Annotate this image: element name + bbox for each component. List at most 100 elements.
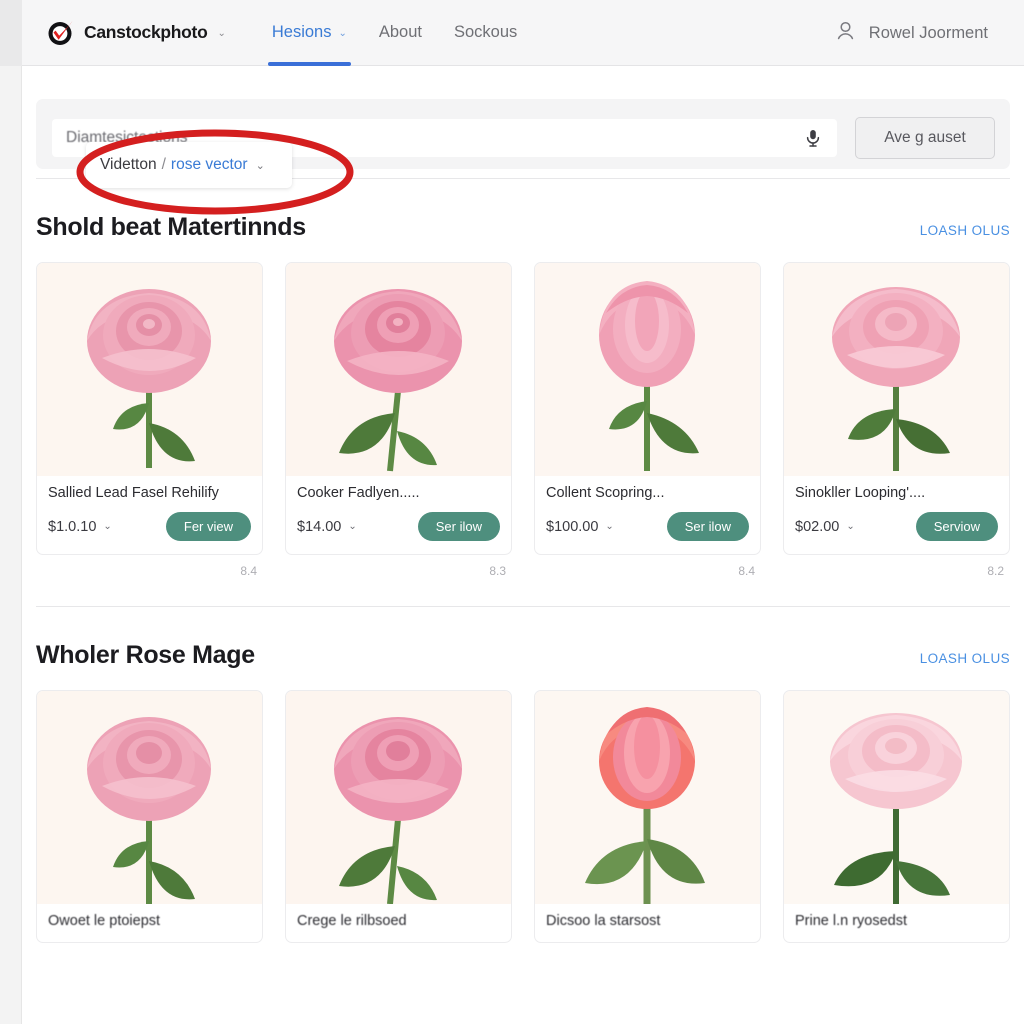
nav-item-hesions-label: Hesions <box>271 23 332 41</box>
search-submit-button[interactable]: Ave g auset <box>855 117 995 159</box>
nav-item-hesions[interactable]: Hesions ⌄ <box>267 0 351 66</box>
product-image <box>535 691 760 904</box>
brand-logo[interactable]: Canstockphoto ⌄ <box>47 19 226 47</box>
rose-illustration-pink-deep <box>286 691 511 904</box>
product-card-body: Dicsoo la starsost <box>535 904 760 942</box>
product-image <box>37 691 262 904</box>
chevron-down-icon: ⌄ <box>846 521 855 532</box>
product-card-row: $02.00 ⌄ Serviow <box>795 512 998 541</box>
product-title: Crege le rilbsoed <box>297 913 407 929</box>
product-card-wrap: Cooker Fadlyen..... $14.00 ⌄ Ser ilow 8.… <box>285 262 512 578</box>
product-image <box>535 263 760 476</box>
section-header: Wholer Rose Mage Loash olus <box>36 607 1010 690</box>
section-title: Shold beat Matertinnds <box>36 213 306 241</box>
account-area[interactable]: Rowel Joorment <box>835 0 988 66</box>
product-card[interactable]: Collent Scopring... $100.00 ⌄ Ser ilow <box>534 262 761 555</box>
rose-illustration-pink-deep <box>286 263 511 476</box>
product-card-row: $14.00 ⌄ Ser ilow <box>297 512 500 541</box>
product-action-button[interactable]: Ser ilow <box>666 512 749 541</box>
product-action-button[interactable]: Ser ilow <box>417 512 500 541</box>
product-caption: 8.4 <box>240 564 257 578</box>
product-action-button[interactable]: Serviow <box>915 512 998 541</box>
nav-item-sockous-label: Sockous <box>454 23 518 41</box>
product-price-dropdown[interactable]: $02.00 ⌄ <box>795 519 855 535</box>
chevron-down-icon: ⌄ <box>217 28 226 39</box>
search-scope-dropdown[interactable]: Videtton / rose vector ⌄ <box>86 142 292 188</box>
product-caption: 8.4 <box>738 564 755 578</box>
section-header: Shold beat Matertinnds Loash olus <box>36 179 1010 262</box>
product-price: $100.00 <box>546 518 599 535</box>
browser-left-strip <box>0 0 22 1024</box>
nav-item-about[interactable]: About <box>379 0 422 66</box>
product-card[interactable]: Crege le rilbsoed <box>285 690 512 943</box>
product-title: Prine l.n ryosedst <box>795 913 908 929</box>
nav-item-sockous[interactable]: Sockous <box>454 0 517 66</box>
section-more-link[interactable]: Loash olus <box>920 223 1010 238</box>
search-zone: Diamtesictections Ave g auset Videtton /… <box>22 66 1024 215</box>
search-scope-category: Videtton <box>100 156 157 173</box>
product-title: Sinokller Looping'.... <box>795 485 926 501</box>
section-shold-beat-matertinnds: Shold beat Matertinnds Loash olus <box>22 179 1024 578</box>
product-price: $1.0.10 <box>48 518 97 535</box>
product-card[interactable]: Sinokller Looping'.... $02.00 ⌄ Serviow <box>783 262 1010 555</box>
chevron-down-icon: ⌄ <box>103 521 112 532</box>
chevron-down-icon: ⌄ <box>255 159 265 172</box>
product-card-wrap: Dicsoo la starsost <box>534 690 761 943</box>
product-title: Sallied Lead Fasel Rehilify <box>48 485 219 501</box>
rose-illustration-coral <box>535 691 760 904</box>
product-card[interactable]: Sallied Lead Fasel Rehilify $1.0.10 ⌄ Fe… <box>36 262 263 555</box>
rose-illustration-pink <box>37 263 262 476</box>
product-caption: 8.3 <box>489 564 506 578</box>
chevron-down-icon: ⌄ <box>605 521 614 532</box>
chevron-down-icon: ⌄ <box>338 28 347 39</box>
product-card-body: Owoet le ptoiepst <box>37 904 262 942</box>
product-image <box>37 263 262 476</box>
product-card-body: Collent Scopring... $100.00 ⌄ Ser ilow <box>535 476 760 554</box>
search-scope-separator: / <box>161 156 166 173</box>
brand-name: Canstockphoto <box>84 22 208 42</box>
section-title: Wholer Rose Mage <box>36 641 255 669</box>
site-header: Canstockphoto ⌄ Hesions ⌄ About Sockous <box>22 0 1024 66</box>
product-card-wrap: Sallied Lead Fasel Rehilify $1.0.10 ⌄ Fe… <box>36 262 263 578</box>
product-grid-row-1: Sallied Lead Fasel Rehilify $1.0.10 ⌄ Fe… <box>36 262 1010 578</box>
product-price: $02.00 <box>795 518 840 535</box>
nav-active-underline <box>267 61 351 66</box>
product-card[interactable]: Dicsoo la starsost <box>534 690 761 943</box>
product-card-body: Sallied Lead Fasel Rehilify $1.0.10 ⌄ Fe… <box>37 476 262 554</box>
nav-item-about-label: About <box>378 23 422 41</box>
product-price-dropdown[interactable]: $14.00 ⌄ <box>297 519 357 535</box>
section-more-link[interactable]: Loash olus <box>920 651 1010 666</box>
product-caption: 8.2 <box>987 564 1004 578</box>
microphone-icon[interactable] <box>803 128 823 153</box>
product-card[interactable]: Owoet le ptoiepst <box>36 690 263 943</box>
product-card-wrap: Owoet le ptoiepst <box>36 690 263 943</box>
main-nav: Hesions ⌄ About Sockous <box>267 0 517 66</box>
product-card-body: Cooker Fadlyen..... $14.00 ⌄ Ser ilow <box>286 476 511 554</box>
product-action-button[interactable]: Fer view <box>165 512 251 541</box>
product-card-wrap: Collent Scopring... $100.00 ⌄ Ser ilow 8… <box>534 262 761 578</box>
product-title: Dicsoo la starsost <box>546 913 661 929</box>
product-grid-row-2: Owoet le ptoiepst Crege le rilbsoed Dics… <box>36 690 1010 943</box>
rose-illustration-pink-pale <box>784 263 1009 476</box>
product-card[interactable]: Prine l.n ryosedst <box>783 690 1010 943</box>
product-card-body: Prine l.n ryosedst <box>784 904 1009 942</box>
product-price-dropdown[interactable]: $1.0.10 ⌄ <box>48 519 112 535</box>
product-price-dropdown[interactable]: $100.00 ⌄ <box>546 519 614 535</box>
product-card-row: $1.0.10 ⌄ Fer view <box>48 512 251 541</box>
product-title: Cooker Fadlyen..... <box>297 485 420 501</box>
page-content: Shold beat Matertinnds Loash olus <box>22 178 1024 943</box>
rose-illustration-pink <box>37 691 262 904</box>
product-image <box>286 691 511 904</box>
product-card-row: $100.00 ⌄ Ser ilow <box>546 512 749 541</box>
rose-illustration-pink-bud <box>535 263 760 476</box>
product-card[interactable]: Cooker Fadlyen..... $14.00 ⌄ Ser ilow <box>285 262 512 555</box>
product-card-body: Crege le rilbsoed <box>286 904 511 942</box>
chevron-down-icon: ⌄ <box>348 521 357 532</box>
product-title: Collent Scopring... <box>546 485 665 501</box>
product-card-wrap: Prine l.n ryosedst <box>783 690 1010 943</box>
search-scope-term: rose vector <box>170 156 248 173</box>
browser-left-strip-top <box>0 0 22 66</box>
account-name: Rowel Joorment <box>868 23 988 42</box>
page-root: Canstockphoto ⌄ Hesions ⌄ About Sockous <box>0 0 1024 1024</box>
